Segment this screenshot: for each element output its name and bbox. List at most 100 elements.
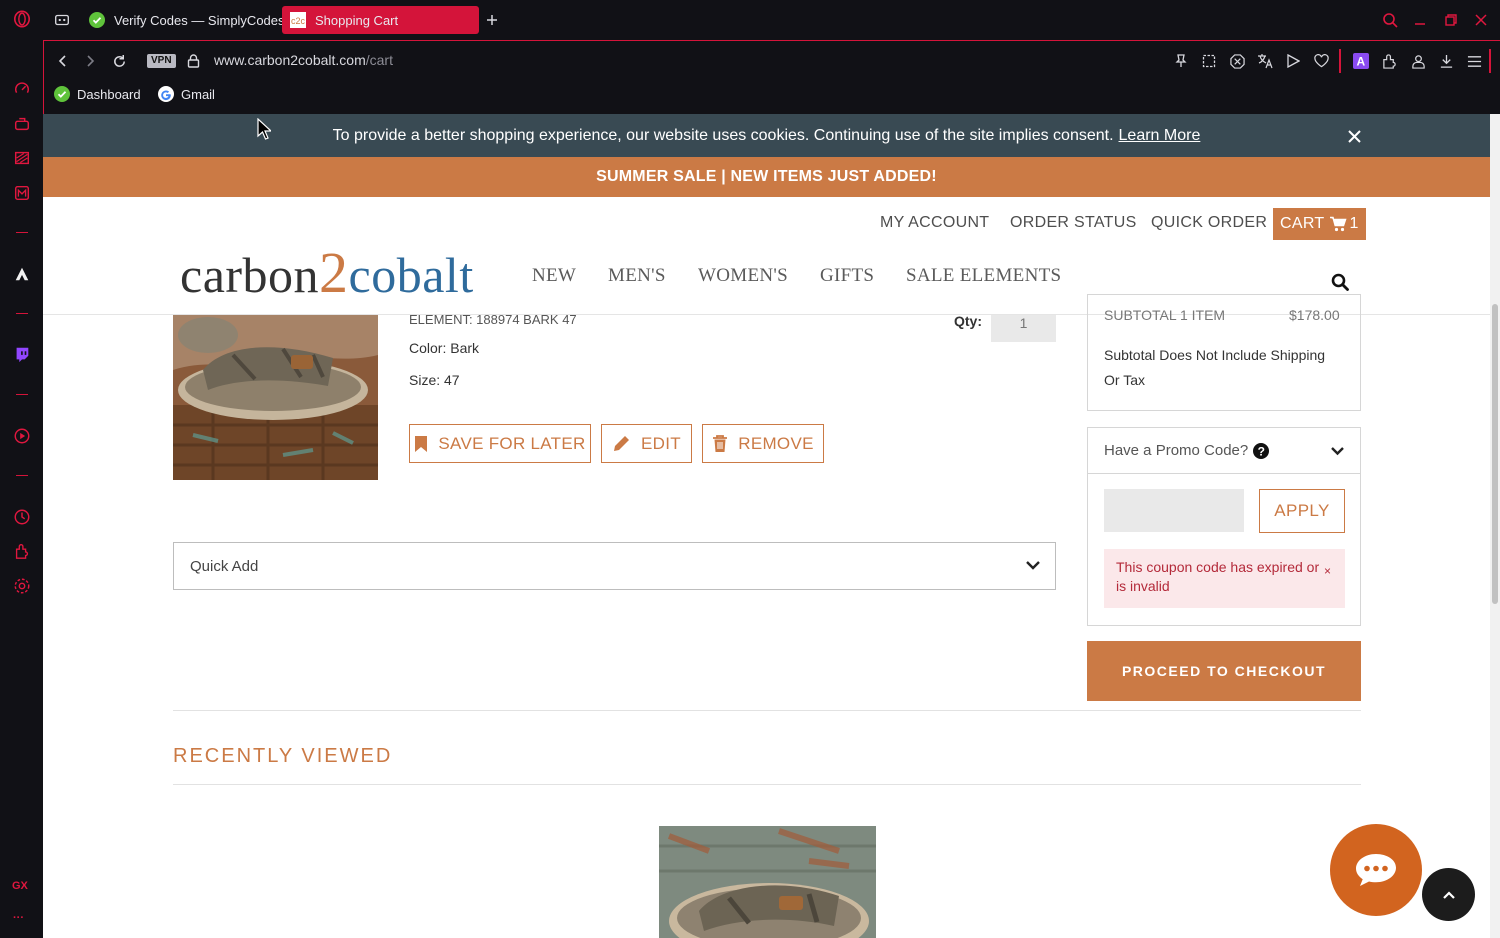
quick-order-link[interactable]: QUICK ORDER [1151, 214, 1267, 232]
promo-code-panel: APPLY This coupon code has expired or is… [1087, 473, 1361, 626]
section-divider [173, 784, 1361, 785]
apply-button[interactable]: APPLY [1259, 489, 1345, 533]
nav-new[interactable]: NEW [532, 265, 576, 287]
quick-add-dropdown[interactable]: Quick Add [173, 542, 1056, 590]
qty-input[interactable]: 1 [991, 315, 1056, 342]
aria-icon[interactable] [12, 264, 32, 284]
bookmark-label: Gmail [181, 86, 215, 102]
tab-strip: Verify Codes — SimplyCodes c2c Shopping … [43, 0, 1500, 40]
snapshot-icon[interactable] [1199, 51, 1219, 71]
qty-label: Qty: [954, 313, 982, 329]
promo-code-input[interactable] [1104, 489, 1244, 532]
save-for-later-button[interactable]: SAVE FOR LATER [409, 424, 591, 463]
pencil-icon [614, 436, 630, 451]
tab-search-icon[interactable] [1380, 10, 1400, 30]
bookmark-dashboard[interactable]: Dashboard [54, 86, 141, 102]
send-icon[interactable] [1283, 51, 1303, 71]
chevron-up-icon [1442, 890, 1455, 899]
adblock-icon[interactable] [1227, 51, 1247, 71]
vpn-badge[interactable]: VPN [147, 54, 176, 68]
opera-logo-icon[interactable] [12, 9, 32, 29]
nav-womens[interactable]: WOMEN'S [698, 265, 788, 287]
order-status-link[interactable]: ORDER STATUS [1010, 214, 1137, 232]
dashboard-favicon-icon [54, 86, 70, 102]
promo-label: Have a Promo Code? [1104, 442, 1249, 459]
workspaces-icon[interactable] [52, 10, 72, 30]
remove-button[interactable]: REMOVE [702, 424, 824, 463]
sidebar-more-icon[interactable]: ··· [13, 912, 24, 924]
toolbar-separator [1339, 49, 1341, 73]
new-tab-plus-icon[interactable] [482, 10, 502, 30]
coupon-error-text: This coupon code has expired or is inval… [1116, 559, 1320, 594]
chevron-down-icon [1331, 447, 1344, 456]
my-account-link[interactable]: MY ACCOUNT [880, 214, 989, 232]
translate-icon[interactable] [1255, 51, 1275, 71]
sale-banner[interactable]: SUMMER SALE | NEW ITEMS JUST ADDED! [43, 157, 1490, 197]
scrollbar-thumb[interactable] [1492, 304, 1498, 604]
remove-label: REMOVE [738, 433, 814, 453]
quick-add-label: Quick Add [190, 557, 259, 575]
proceed-to-checkout-button[interactable]: PROCEED TO CHECKOUT [1087, 641, 1361, 701]
speed-dial-icon[interactable] [12, 79, 32, 99]
cookie-close-icon[interactable] [1344, 126, 1364, 146]
history-icon[interactable] [12, 507, 32, 527]
scroll-to-top-button[interactable] [1422, 868, 1475, 921]
account-a-icon[interactable]: A [1351, 51, 1371, 71]
back-icon[interactable] [53, 51, 73, 71]
limiter-icon[interactable] [12, 148, 32, 168]
learn-more-link[interactable]: Learn More [1119, 127, 1201, 145]
question-circle-icon[interactable]: ? [1253, 442, 1270, 459]
minimize-icon[interactable] [1410, 10, 1430, 30]
url-path: /cart [365, 52, 393, 68]
twitch-icon[interactable] [12, 344, 32, 364]
simplycodes-favicon-icon [89, 12, 105, 28]
tab-shopping-cart[interactable]: c2c Shopping Cart [282, 6, 479, 34]
nav-gifts[interactable]: GIFTS [820, 265, 874, 287]
player-icon[interactable] [12, 426, 32, 446]
product-image[interactable] [173, 315, 378, 480]
settings-gear-icon[interactable] [12, 576, 32, 596]
web-page: To provide a better shopping experience,… [43, 114, 1490, 938]
pin-icon[interactable] [1171, 51, 1191, 71]
nav-mens[interactable]: MEN'S [608, 265, 666, 287]
live-chat-button[interactable] [1330, 824, 1422, 916]
reload-icon[interactable] [109, 51, 129, 71]
address-toolbar: VPN www.carbon2cobalt.com/cart A [43, 40, 1500, 80]
profile-icon[interactable] [1408, 51, 1428, 71]
extensions-puzzle-icon[interactable] [1379, 51, 1399, 71]
heart-icon[interactable] [1311, 51, 1331, 71]
promo-code-toggle[interactable]: Have a Promo Code? ? [1087, 427, 1361, 474]
google-favicon-icon [158, 86, 174, 102]
address-bar[interactable]: www.carbon2cobalt.com/cart [214, 52, 393, 68]
product-size: Size: 47 [409, 372, 460, 388]
close-window-icon[interactable] [1471, 10, 1491, 30]
gx-corner-label[interactable]: GX [12, 880, 28, 892]
search-icon[interactable] [1330, 272, 1350, 292]
page-scrollbar[interactable] [1490, 114, 1500, 938]
recently-viewed-product-image[interactable] [659, 826, 876, 938]
tab-verify-codes[interactable]: Verify Codes — SimplyCodes [81, 6, 315, 34]
error-close-icon[interactable]: × [1324, 562, 1331, 581]
restore-window-icon[interactable] [1441, 10, 1461, 30]
forward-icon[interactable] [80, 51, 100, 71]
nav-sale-elements[interactable]: SALE ELEMENTS [906, 265, 1061, 287]
mouse-cursor-icon [257, 118, 271, 140]
sidebar-separator [16, 394, 28, 395]
edit-label: EDIT [641, 433, 681, 453]
cart-button[interactable]: CART 1 [1273, 208, 1366, 240]
section-divider [173, 710, 1361, 711]
lock-icon[interactable] [183, 51, 203, 71]
easy-setup-menu-icon[interactable] [1464, 51, 1484, 71]
bookmark-gmail[interactable]: Gmail [158, 86, 215, 102]
edit-button[interactable]: EDIT [601, 424, 692, 463]
sidebar-separator [16, 232, 28, 233]
site-logo[interactable]: carbon2cobalt [180, 239, 474, 306]
extensions-icon[interactable] [12, 541, 32, 561]
subtotal-value: $178.00 [1289, 307, 1340, 323]
messenger-icon[interactable] [12, 183, 32, 203]
tab-label: Shopping Cart [315, 12, 399, 28]
gaming-controller-icon[interactable] [12, 114, 32, 134]
browser-sidebar: GX ··· [0, 0, 43, 938]
subtotal-label: SUBTOTAL 1 ITEM [1104, 307, 1226, 323]
downloads-icon[interactable] [1436, 51, 1456, 71]
